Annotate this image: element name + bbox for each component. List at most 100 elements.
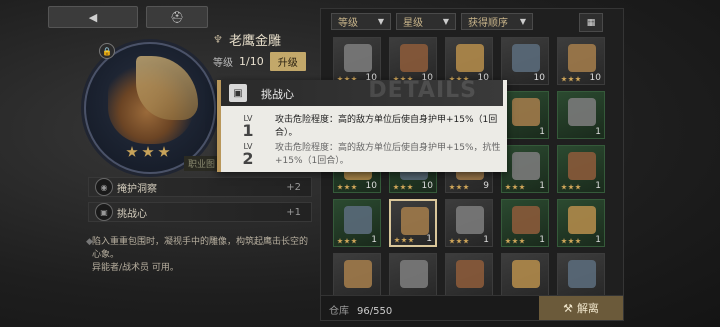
chevron-down-icon: ▼: [519, 17, 526, 26]
star-icon: [575, 184, 581, 190]
item-icon: [456, 206, 484, 234]
tooltip-title: 挑战心: [261, 88, 294, 101]
inventory-slot[interactable]: 1: [501, 145, 549, 193]
star-icon: [142, 146, 154, 157]
star-icon: [394, 237, 400, 243]
level-row: 等级 1/10 升级: [213, 52, 306, 71]
inventory-slot[interactable]: 1: [557, 145, 605, 193]
inventory-slot[interactable]: 10: [501, 37, 549, 85]
inventory-slot[interactable]: 1: [557, 91, 605, 139]
item-description: ◆ 陷入重重包围时，凝视手中的雕像，构筑起鹰击长空的心象。 异能者/战术员 可用…: [86, 236, 314, 275]
inventory-slot[interactable]: 1: [501, 91, 549, 139]
filter-order[interactable]: 获得顺序 ▼: [461, 13, 533, 30]
star-icon: [575, 76, 581, 82]
profession-tag: 职业图: [184, 156, 220, 171]
tooltip-level-row: LV 2 攻击危险程度：高的敌方单位后使自身护甲+15%，抗性+15%（1回合）…: [235, 142, 505, 168]
star-icon: [568, 76, 574, 82]
item-icon: [456, 44, 484, 72]
upgrade-button[interactable]: 升级: [269, 52, 306, 71]
slot-stars: [337, 238, 357, 244]
item-title: ♆ 老鹰金雕: [213, 30, 281, 49]
inventory-slot[interactable]: 1: [445, 199, 493, 247]
star-icon: [512, 238, 518, 244]
level-effect-text: 攻击危险程度：高的敌方单位后使自身护甲+15%（1回合）。: [275, 115, 498, 138]
grid-view-button[interactable]: ▦: [579, 13, 603, 32]
item-icon: [568, 260, 596, 288]
item-icon: [456, 260, 484, 288]
item-icon: [344, 44, 372, 72]
slot-count: 9: [483, 181, 489, 191]
filter-bar: 等级 ▼ 星级 ▼ 获得顺序 ▼: [331, 13, 533, 30]
inventory-slot[interactable]: 1: [557, 199, 605, 247]
slot-count: 10: [533, 73, 545, 83]
star-icon: [449, 184, 455, 190]
filter-level[interactable]: 等级 ▼: [331, 13, 391, 30]
star-icon: [519, 238, 525, 244]
item-icon: [400, 260, 428, 288]
slot-count: 1: [595, 127, 601, 137]
back-arrow-icon: ◀: [88, 10, 98, 24]
star-icon: [561, 238, 567, 244]
slot-count: 10: [589, 73, 601, 83]
inventory-slot[interactable]: [389, 253, 437, 295]
star-icon: [344, 238, 350, 244]
star-icon: [568, 238, 574, 244]
slot-stars: [393, 184, 413, 190]
skill-row-challenge[interactable]: ▣ 挑战心 +1: [88, 202, 312, 222]
star-icon: [463, 184, 469, 190]
lock-icon[interactable]: 🔒: [99, 43, 115, 59]
equipment-button[interactable]: ⛑: [146, 6, 208, 28]
item-icon: [512, 44, 540, 72]
star-icon: [505, 238, 511, 244]
inventory-slot[interactable]: [501, 253, 549, 295]
star-icon: [393, 184, 399, 190]
filter-stars[interactable]: 星级 ▼: [396, 13, 456, 30]
slot-count: 1: [595, 235, 601, 245]
storage-value: 96/550: [357, 306, 393, 317]
level-badge: LV 2: [235, 142, 261, 168]
level-badge: LV 1: [235, 114, 261, 140]
item-icon: [512, 152, 540, 180]
item-icon: [512, 98, 540, 126]
slot-stars: [561, 76, 581, 82]
item-name: 老鹰金雕: [229, 34, 282, 49]
chevron-down-icon: ▼: [442, 17, 449, 26]
star-icon: [519, 184, 525, 190]
item-icon: [401, 207, 429, 235]
inventory-slot[interactable]: 1: [501, 199, 549, 247]
inventory-slot[interactable]: 10: [557, 37, 605, 85]
chevron-down-icon: ▼: [377, 17, 384, 26]
grid-icon: ▦: [586, 17, 596, 28]
level-value: 1/10: [239, 55, 264, 68]
item-icon: [568, 98, 596, 126]
item-icon: [344, 260, 372, 288]
slot-count: 10: [421, 181, 433, 191]
bullet-icon: ◆: [86, 237, 93, 247]
tooltip-watermark: DETAILS: [368, 78, 477, 103]
star-icon: [408, 237, 414, 243]
slot-stars: [337, 184, 357, 190]
filter-label: 等级: [338, 18, 358, 29]
back-button[interactable]: ◀: [48, 6, 138, 28]
filter-label: 星级: [403, 18, 423, 29]
inventory-slot[interactable]: [445, 253, 493, 295]
lv-number: 1: [242, 121, 254, 140]
star-icon: [561, 76, 567, 82]
item-icon: [512, 206, 540, 234]
slot-stars: [505, 184, 525, 190]
inventory-slot[interactable]: 1: [389, 199, 437, 247]
storage-label: 仓库: [329, 306, 349, 317]
inventory-slot[interactable]: [557, 253, 605, 295]
class-icon: ♆: [213, 32, 223, 46]
skill-row-cover-insight[interactable]: ◉ 掩护洞察 +2: [88, 177, 312, 197]
dismantle-button[interactable]: ⚒ 解离: [539, 296, 623, 320]
star-icon: [568, 184, 574, 190]
tooltip-level-row: LV 1 攻击危险程度：高的敌方单位后使自身护甲+15%（1回合）。: [235, 114, 505, 140]
description-line: 异能者/战术员 可用。: [92, 263, 179, 273]
skill-label: 掩护洞察: [117, 183, 157, 195]
shield-skill-icon: ▣: [229, 84, 247, 102]
inventory-slot[interactable]: 1: [333, 199, 381, 247]
inventory-slot[interactable]: [333, 253, 381, 295]
slot-count: 1: [426, 234, 432, 244]
star-icon: [351, 184, 357, 190]
